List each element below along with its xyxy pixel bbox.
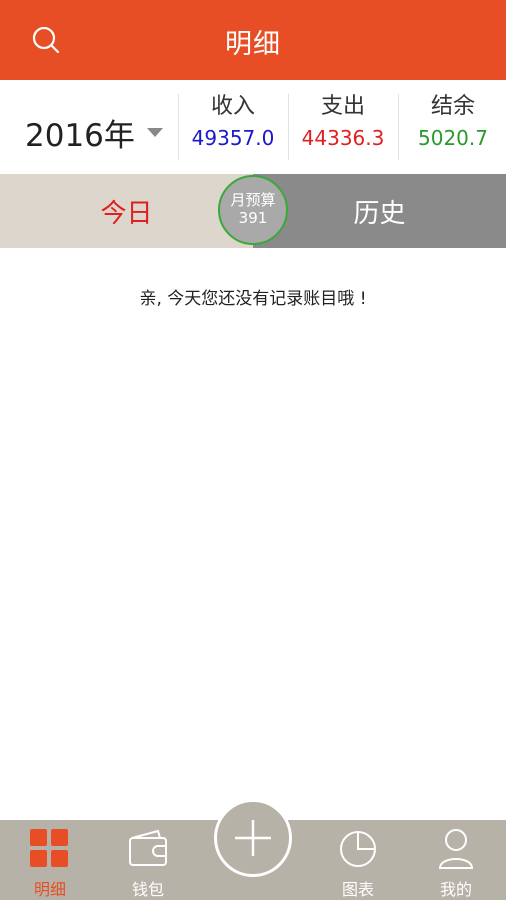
balance-summary: 结余 5020.7: [400, 80, 506, 174]
empty-state-message: 亲, 今天您还没有记录账目哦 !: [139, 289, 367, 309]
chevron-down-icon: [146, 128, 163, 137]
year-selector[interactable]: 2016年: [25, 110, 163, 155]
nav-label: 我的: [439, 880, 472, 899]
budget-value: 391: [238, 209, 268, 227]
income-summary: 收入 49357.0: [180, 80, 286, 174]
divider: [398, 94, 399, 160]
divider: [178, 94, 179, 160]
divider: [288, 94, 289, 160]
income-value: 49357.0: [191, 126, 275, 150]
tab-today[interactable]: 今日: [0, 174, 253, 248]
budget-label: 月预算: [230, 191, 276, 209]
page-title: 明细: [225, 29, 281, 60]
balance-label: 结余: [430, 94, 475, 119]
wallet-icon: [129, 829, 167, 866]
user-icon: [438, 829, 474, 869]
tab-history[interactable]: 历史: [253, 174, 506, 248]
expense-value: 44336.3: [301, 126, 385, 150]
expense-summary: 支出 44336.3: [290, 80, 396, 174]
nav-label: 钱包: [131, 880, 164, 899]
monthly-budget-badge[interactable]: 月预算 391: [218, 175, 288, 245]
nav-label: 图表: [341, 880, 374, 899]
nav-item-details[interactable]: 明细: [0, 820, 100, 900]
summary-bar: 2016年 收入 49357.0 支出 44336.3 结余 5020.7: [0, 80, 506, 174]
nav-item-charts[interactable]: 图表: [310, 820, 406, 900]
balance-value: 5020.7: [418, 126, 488, 150]
app-header: 明细: [0, 0, 506, 80]
nav-item-profile[interactable]: 我的: [406, 820, 506, 900]
grid-icon: [30, 829, 68, 867]
plus-icon: [235, 820, 271, 856]
tab-today-label: 今日: [100, 198, 153, 229]
expense-label: 支出: [320, 94, 365, 119]
income-label: 收入: [210, 94, 255, 119]
year-label: 2016年: [25, 118, 135, 154]
add-record-button[interactable]: [214, 799, 292, 877]
pie-chart-icon: [340, 831, 376, 867]
tab-history-label: 历史: [353, 198, 406, 229]
nav-label: 明细: [33, 880, 66, 899]
nav-item-wallet[interactable]: 钱包: [100, 820, 196, 900]
